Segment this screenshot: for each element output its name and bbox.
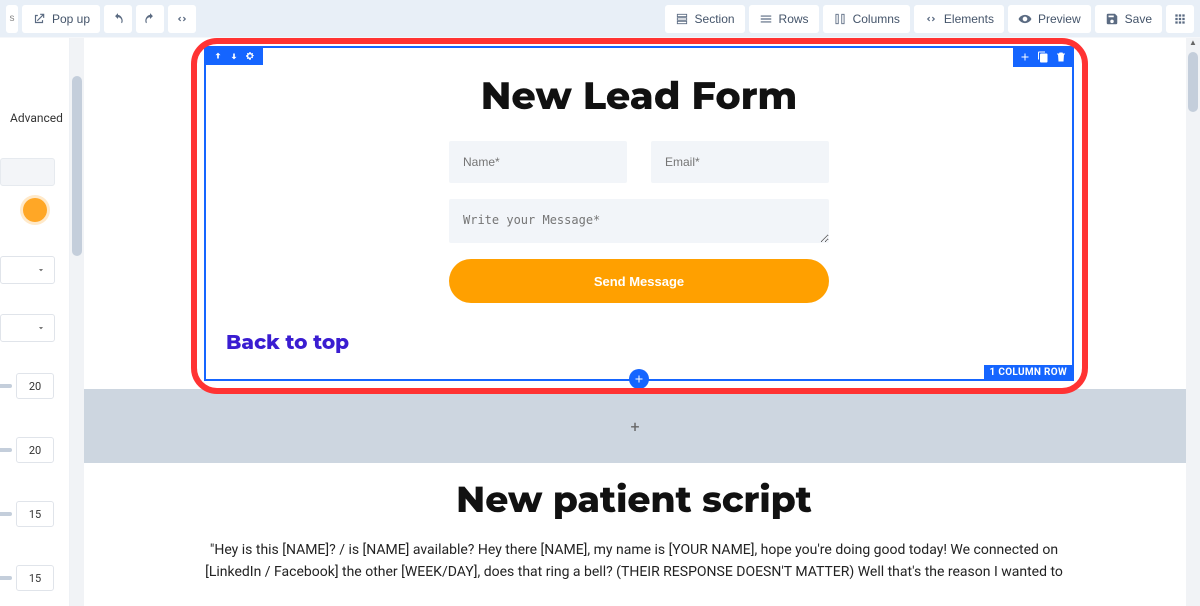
patient-script-body: "Hey is this [NAME]? / is [NAME] availab… [204, 540, 1064, 583]
section-icon [675, 12, 689, 26]
section-handles-left [205, 47, 263, 65]
copy-icon[interactable] [1037, 51, 1049, 63]
eye-icon [1018, 12, 1032, 26]
canvas-scrollbar-thumb[interactable] [1188, 52, 1198, 112]
save-icon [1105, 12, 1119, 26]
form-row [226, 141, 1052, 183]
send-message-button[interactable]: Send Message [449, 259, 829, 303]
arrow-up-icon[interactable] [213, 51, 223, 61]
popup-icon [32, 12, 46, 26]
canvas-scrollbar[interactable]: ▲ [1186, 38, 1200, 606]
code-icon [175, 12, 189, 26]
edge-button[interactable]: s [6, 5, 18, 33]
elements-icon [924, 12, 938, 26]
sidebar: Advanced 20 20 15 15 [0, 38, 70, 606]
chevron-down-icon [36, 323, 46, 333]
rows-icon [759, 12, 773, 26]
section-content: New Lead Form Send Message Back to top [206, 48, 1072, 365]
sidebar-tab-advanced[interactable]: Advanced [10, 111, 63, 125]
slider-track-3[interactable] [0, 512, 12, 516]
chevron-down-icon [36, 265, 46, 275]
redo-icon [143, 12, 157, 26]
popup-button[interactable]: Pop up [22, 5, 100, 33]
patient-script-title: New patient script [204, 478, 1064, 522]
add-row-button[interactable] [629, 369, 649, 389]
color-swatch[interactable] [23, 198, 47, 222]
rows-label: Rows [779, 12, 809, 26]
sidebar-scrollbar[interactable] [70, 38, 84, 606]
back-to-top-link[interactable]: Back to top [226, 331, 349, 355]
undo-icon [111, 12, 125, 26]
email-input[interactable] [651, 141, 829, 183]
undo-button[interactable] [104, 5, 132, 33]
main-area: Advanced 20 20 15 15 [0, 38, 1200, 606]
preview-button[interactable]: Preview [1008, 5, 1091, 33]
section-button[interactable]: Section [665, 5, 745, 33]
spacer-section[interactable]: + [84, 389, 1186, 463]
slider-track-1[interactable] [0, 384, 12, 388]
section-label: Section [695, 12, 735, 26]
message-textarea[interactable] [449, 199, 829, 243]
gear-icon[interactable] [245, 51, 255, 61]
sidebar-value-1[interactable]: 20 [16, 373, 54, 399]
plus-icon [633, 373, 645, 385]
sidebar-select-1[interactable] [0, 256, 55, 284]
popup-label: Pop up [52, 12, 90, 26]
sidebar-field[interactable] [0, 158, 55, 186]
apps-button[interactable] [1166, 5, 1194, 33]
redo-button[interactable] [136, 5, 164, 33]
slider-track-4[interactable] [0, 576, 12, 580]
sidebar-value-4[interactable]: 15 [16, 565, 54, 591]
save-label: Save [1125, 12, 1152, 26]
arrow-down-icon[interactable] [229, 51, 239, 61]
canvas: 1 COLUMN ROW New Lead Form Send Message … [84, 38, 1200, 606]
slider-track-2[interactable] [0, 448, 12, 452]
columns-icon [833, 12, 847, 26]
topbar: s Pop up Section Rows Columns Ele [0, 0, 1200, 38]
rows-button[interactable]: Rows [749, 5, 819, 33]
name-input[interactable] [449, 141, 627, 183]
elements-button[interactable]: Elements [914, 5, 1004, 33]
save-button[interactable]: Save [1095, 5, 1162, 33]
section-handles-right [1013, 47, 1073, 67]
topbar-right: Section Rows Columns Elements Preview Sa… [665, 5, 1194, 33]
sidebar-select-2[interactable] [0, 314, 55, 342]
scroll-up-icon[interactable]: ▲ [1188, 38, 1198, 48]
plus-icon[interactable] [1019, 51, 1031, 63]
code-button[interactable] [168, 5, 196, 33]
sidebar-scrollbar-thumb[interactable] [72, 76, 82, 256]
elements-label: Elements [944, 12, 994, 26]
selected-section[interactable]: 1 COLUMN ROW New Lead Form Send Message … [204, 46, 1074, 381]
plus-icon: + [630, 417, 639, 436]
lead-form-title: New Lead Form [226, 72, 1052, 119]
trash-icon[interactable] [1055, 51, 1067, 63]
columns-label: Columns [853, 12, 900, 26]
sidebar-value-2[interactable]: 20 [16, 437, 54, 463]
topbar-left: s Pop up [6, 5, 196, 33]
section-type-label: 1 COLUMN ROW [984, 365, 1073, 380]
second-section: New patient script "Hey is this [NAME]? … [204, 478, 1064, 583]
grid-icon [1173, 12, 1187, 26]
preview-label: Preview [1038, 12, 1081, 26]
sidebar-value-3[interactable]: 15 [16, 501, 54, 527]
columns-button[interactable]: Columns [823, 5, 910, 33]
